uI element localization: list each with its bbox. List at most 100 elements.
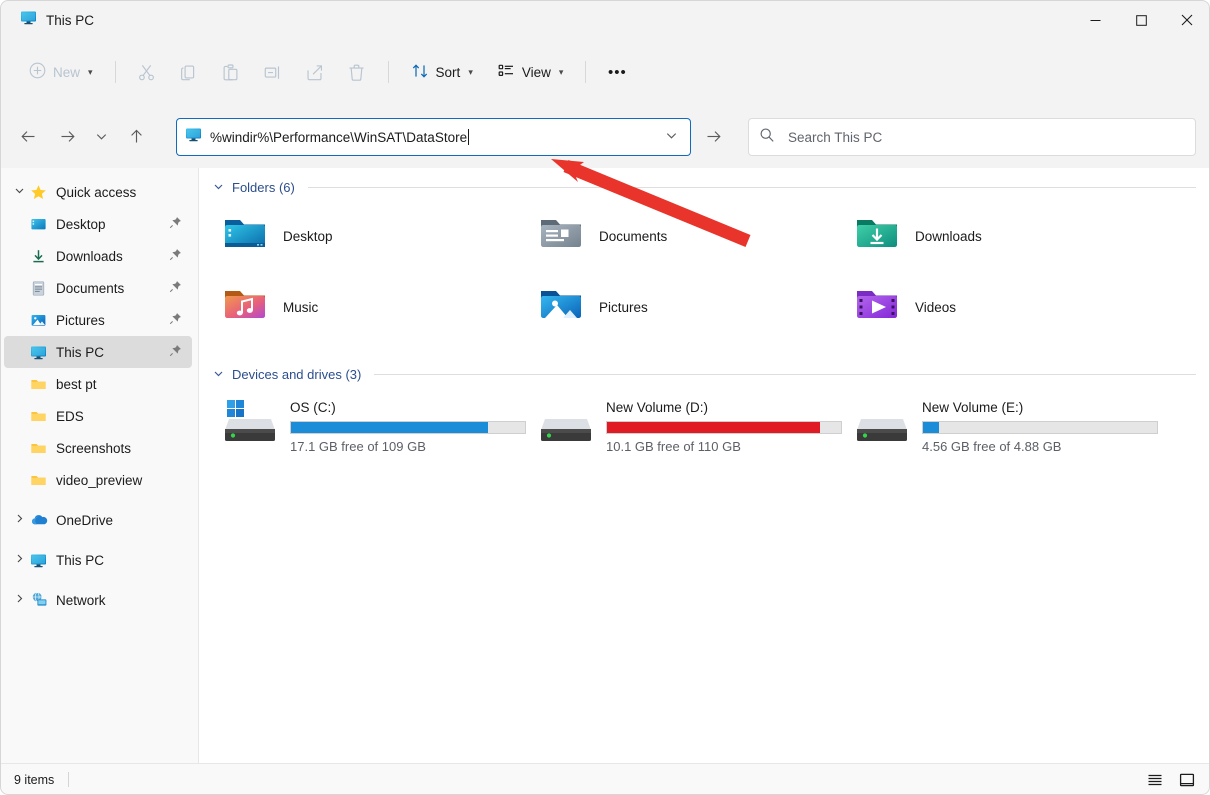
drive-name: OS (C:) — [290, 400, 336, 415]
chevron-down-icon: ▾ — [558, 66, 564, 77]
title-bar: This PC — [0, 0, 1210, 40]
navigation-pane: Quick access Desktop Downloads Documents… — [0, 168, 199, 763]
view-button[interactable]: View ▾ — [486, 54, 575, 90]
view-button-label: View — [521, 64, 551, 80]
sidebar-item-eds[interactable]: EDS — [4, 400, 192, 432]
share-icon[interactable] — [295, 54, 335, 90]
star-icon — [28, 184, 49, 200]
plus-circle-icon — [29, 62, 46, 82]
address-dropdown-icon[interactable] — [658, 129, 684, 145]
new-button[interactable]: New ▾ — [18, 54, 104, 90]
sidebar-item-label: This PC — [56, 552, 105, 568]
chevron-down-icon[interactable] — [213, 181, 225, 195]
pin-icon[interactable] — [169, 312, 182, 328]
folder-tile-pictures[interactable]: Pictures — [523, 272, 839, 343]
folder-tile-downloads[interactable]: Downloads — [839, 201, 1155, 272]
status-divider — [68, 772, 70, 787]
group-divider — [374, 374, 1196, 375]
rename-icon[interactable] — [253, 54, 293, 90]
pin-icon[interactable] — [169, 248, 182, 264]
back-button[interactable] — [12, 120, 45, 153]
folder-tile-music[interactable]: Music — [207, 272, 523, 343]
chevron-right-icon[interactable] — [10, 553, 28, 567]
chevron-right-icon[interactable] — [10, 513, 28, 527]
drive-free-space: 10.1 GB free of 110 GB — [606, 439, 741, 454]
sidebar-item-screenshots[interactable]: Screenshots — [4, 432, 192, 464]
sidebar-item-desktop[interactable]: Desktop — [4, 208, 192, 240]
group-header-drives[interactable]: Devices and drives (3) — [213, 367, 1196, 382]
sidebar-item-onedrive[interactable]: OneDrive — [4, 504, 192, 536]
file-explorer-window: This PC New ▾ Sort ▾ View ▾ ••• %windir%… — [0, 0, 1210, 795]
sidebar-item-this-pc-quick[interactable]: This PC — [4, 336, 192, 368]
chevron-down-icon[interactable] — [213, 368, 225, 382]
maximize-button[interactable] — [1118, 0, 1164, 40]
copy-icon[interactable] — [169, 54, 209, 90]
drive-icon — [537, 398, 593, 451]
search-input[interactable]: Search This PC — [788, 130, 882, 145]
toolbar-divider-2 — [387, 61, 389, 83]
drive-tile-os-c[interactable]: OS (C:) 17.1 GB free of 109 GB — [207, 388, 526, 464]
folders-grid: Desktop Documents Downloads Music Pictur… — [199, 201, 1210, 343]
chevron-right-icon[interactable] — [10, 593, 28, 607]
drive-usage-fill — [291, 422, 488, 433]
chevron-down-icon: ▾ — [468, 66, 473, 77]
music-folder-icon — [221, 281, 269, 334]
this-pc-monitor-icon — [28, 552, 49, 568]
explorer-body: Quick access Desktop Downloads Documents… — [0, 168, 1210, 763]
sidebar-item-label: Downloads — [56, 248, 123, 264]
search-box[interactable]: Search This PC — [748, 118, 1196, 156]
drive-tile-new-volume-d[interactable]: New Volume (D:) 10.1 GB free of 110 GB — [523, 388, 842, 464]
folder-icon — [28, 440, 49, 456]
details-view-button[interactable] — [1140, 767, 1170, 793]
sort-button[interactable]: Sort ▾ — [400, 54, 484, 90]
sidebar-item-best-pt[interactable]: best pt — [4, 368, 192, 400]
sidebar-item-quick-access[interactable]: Quick access — [4, 176, 192, 208]
group-header-folders[interactable]: Folders (6) — [213, 180, 1196, 195]
close-button[interactable] — [1164, 0, 1210, 40]
downloads-folder-icon — [853, 210, 901, 263]
sidebar-item-pictures[interactable]: Pictures — [4, 304, 192, 336]
more-options-button[interactable]: ••• — [597, 54, 637, 90]
drive-name: New Volume (D:) — [606, 400, 709, 415]
sidebar-item-documents[interactable]: Documents — [4, 272, 192, 304]
pin-icon[interactable] — [169, 280, 182, 296]
paste-icon[interactable] — [211, 54, 251, 90]
address-bar[interactable]: %windir%\Performance\WinSAT\DataStore — [176, 118, 691, 156]
window-tab-this-pc[interactable]: This PC — [14, 5, 106, 35]
desktop-folder-icon — [28, 216, 49, 232]
forward-button[interactable] — [51, 120, 84, 153]
pin-icon[interactable] — [169, 344, 182, 360]
sidebar-item-label: video_preview — [56, 472, 143, 488]
folder-tile-videos[interactable]: Videos — [839, 272, 1155, 343]
group-divider — [307, 187, 1196, 188]
folder-tile-label: Downloads — [915, 229, 982, 244]
address-input[interactable]: %windir%\Performance\WinSAT\DataStore — [210, 129, 658, 145]
text-cursor — [468, 129, 470, 145]
tab-title: This PC — [46, 12, 95, 28]
pin-icon[interactable] — [169, 216, 182, 232]
pictures-icon — [28, 312, 49, 328]
minimize-button[interactable] — [1072, 0, 1118, 40]
recent-locations-button[interactable] — [88, 120, 114, 153]
sort-arrows-icon — [411, 62, 429, 83]
drive-tile-new-volume-e[interactable]: New Volume (E:) 4.56 GB free of 4.88 GB — [839, 388, 1158, 464]
sidebar-item-video-preview[interactable]: video_preview — [4, 464, 192, 496]
cut-icon[interactable] — [127, 54, 167, 90]
folder-tile-label: Documents — [599, 229, 668, 244]
group-title: Folders (6) — [232, 180, 295, 195]
sidebar-item-network[interactable]: Network — [4, 584, 192, 616]
delete-icon[interactable] — [337, 54, 377, 90]
command-bar: New ▾ Sort ▾ View ▾ ••• — [0, 40, 1210, 104]
ellipsis-icon: ••• — [608, 63, 627, 81]
go-refresh-button[interactable] — [697, 120, 730, 153]
sidebar-item-downloads[interactable]: Downloads — [4, 240, 192, 272]
folder-tile-desktop[interactable]: Desktop — [207, 201, 523, 272]
large-icons-view-button[interactable] — [1172, 767, 1202, 793]
documents-icon — [28, 280, 49, 296]
folder-tile-documents[interactable]: Documents — [523, 201, 839, 272]
drive-free-space: 17.1 GB free of 109 GB — [290, 439, 426, 454]
chevron-down-icon[interactable] — [10, 185, 28, 199]
onedrive-cloud-icon — [28, 512, 49, 528]
sidebar-item-this-pc-tree[interactable]: This PC — [4, 544, 192, 576]
up-button[interactable] — [120, 120, 153, 153]
